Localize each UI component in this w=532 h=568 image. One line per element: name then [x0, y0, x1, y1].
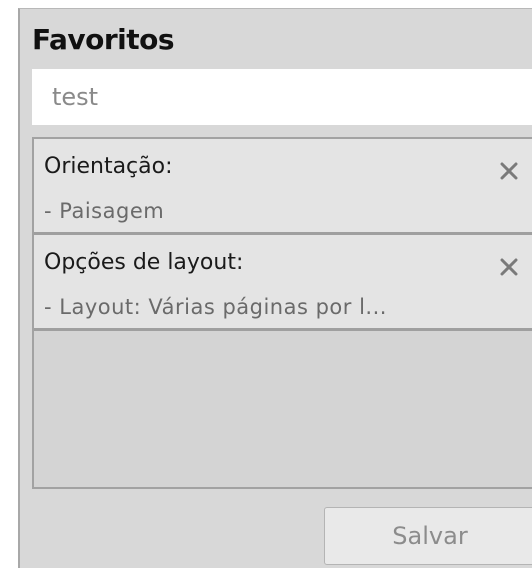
save-button[interactable]: Salvar	[324, 507, 532, 565]
settings-list: Orientação: - Paisagem Opções de layout:…	[32, 137, 532, 489]
setting-title: Orientação:	[44, 154, 173, 179]
setting-value: - Paisagem	[44, 199, 165, 223]
favorites-panel: Favoritos Orientação: - Paisagem Opções …	[18, 8, 532, 568]
setting-value: - Layout: Várias páginas por l...	[44, 295, 387, 319]
favorite-name-input[interactable]	[32, 69, 532, 125]
setting-title: Opções de layout:	[44, 250, 244, 275]
close-x-icon[interactable]	[494, 155, 524, 185]
list-item-orientation: Orientação: - Paisagem	[34, 139, 532, 235]
list-item-layout-options: Opções de layout: - Layout: Várias págin…	[34, 235, 532, 331]
panel-title: Favoritos	[32, 23, 175, 56]
close-x-icon[interactable]	[494, 251, 524, 281]
